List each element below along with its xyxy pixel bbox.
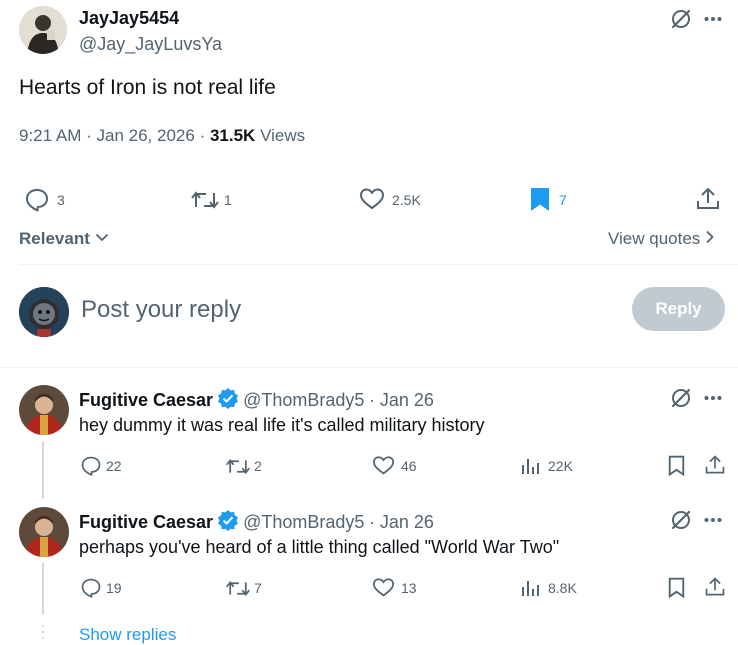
views-count: 22K	[548, 458, 573, 474]
grok-icon[interactable]	[670, 8, 692, 30]
chevron-right-icon	[705, 230, 714, 244]
verified-icon	[217, 387, 239, 414]
repost-count: 1	[224, 192, 232, 208]
tweet-text: Hearts of Iron is not real life	[19, 76, 276, 99]
views-label: Views	[260, 126, 306, 145]
reply-count: 22	[106, 458, 122, 474]
reply-text: hey dummy it was real life it's called m…	[79, 415, 485, 435]
repost-count: 2	[254, 458, 262, 474]
repost-icon[interactable]	[190, 188, 220, 212]
like-count: 46	[401, 458, 417, 474]
sort-label: Relevant	[19, 229, 90, 248]
more-icon[interactable]	[704, 517, 722, 523]
reply-avatar[interactable]	[19, 385, 69, 435]
user-avatar[interactable]	[19, 287, 69, 337]
author-name[interactable]: JayJay5454	[79, 8, 179, 29]
reply-author-handle[interactable]: @ThomBrady5	[243, 512, 364, 532]
like-count: 13	[401, 580, 417, 596]
verified-icon	[217, 509, 239, 536]
bookmark-count: 7	[559, 192, 567, 208]
views-icon[interactable]	[521, 578, 541, 598]
share-icon[interactable]	[704, 454, 726, 476]
divider	[19, 264, 738, 265]
author-avatar[interactable]	[19, 6, 67, 54]
like-count: 2.5K	[392, 192, 421, 208]
meta-separator: ·	[199, 126, 206, 145]
repost-icon[interactable]	[225, 456, 251, 477]
reply-button[interactable]: Reply	[632, 287, 725, 331]
reply-author-handle[interactable]: @ThomBrady5	[243, 390, 364, 410]
reply-icon[interactable]	[80, 455, 102, 477]
reply-date[interactable]: · Jan 26	[369, 390, 434, 410]
reply-author-name[interactable]: Fugitive Caesar	[79, 390, 213, 410]
author-handle[interactable]: @Jay_JayLuvsYa	[79, 34, 222, 55]
tweet-time[interactable]: 9:21 AM	[19, 126, 81, 145]
reply-author-name[interactable]: Fugitive Caesar	[79, 512, 213, 532]
reply-text: perhaps you've heard of a little thing c…	[79, 537, 560, 557]
grok-icon[interactable]	[670, 509, 692, 531]
views-count: 8.8K	[548, 580, 577, 596]
chevron-down-icon	[95, 233, 109, 242]
views-icon[interactable]	[521, 456, 541, 476]
bookmark-icon[interactable]	[667, 577, 686, 599]
reply-icon[interactable]	[80, 577, 102, 599]
divider	[0, 367, 738, 368]
tweet-meta: 9:21 AM · Jan 26, 2026 · 31.5K Views	[19, 126, 305, 146]
reply-avatar[interactable]	[19, 507, 69, 557]
thread-dots	[42, 625, 44, 643]
reply-input[interactable]	[81, 292, 601, 328]
reply-count: 3	[57, 192, 65, 208]
bookmark-icon[interactable]	[667, 455, 686, 477]
thread-line	[42, 563, 44, 615]
view-quotes-label: View quotes	[608, 229, 701, 248]
tweet-date[interactable]: Jan 26, 2026	[97, 126, 195, 145]
sort-dropdown[interactable]: Relevant	[19, 229, 109, 249]
meta-separator: ·	[86, 126, 92, 145]
reply-count: 19	[106, 580, 122, 596]
bookmark-icon[interactable]	[529, 187, 551, 213]
share-icon[interactable]	[695, 186, 721, 212]
reply-date[interactable]: · Jan 26	[369, 512, 434, 532]
reply-header: Fugitive Caesar @ThomBrady5 · Jan 26	[79, 509, 434, 536]
reply-icon[interactable]	[24, 187, 50, 213]
grok-icon[interactable]	[670, 387, 692, 409]
repost-icon[interactable]	[225, 578, 251, 599]
view-quotes-link[interactable]: View quotes	[608, 229, 714, 249]
like-icon[interactable]	[359, 187, 385, 211]
more-icon[interactable]	[704, 395, 722, 401]
repost-count: 7	[254, 580, 262, 596]
thread-line	[42, 441, 44, 499]
reply-header: Fugitive Caesar @ThomBrady5 · Jan 26	[79, 387, 434, 414]
more-icon[interactable]	[704, 16, 722, 22]
share-icon[interactable]	[704, 576, 726, 598]
like-icon[interactable]	[372, 455, 395, 476]
show-replies-link[interactable]: Show replies	[79, 625, 176, 645]
views-count: 31.5K	[209, 126, 256, 145]
like-icon[interactable]	[372, 577, 395, 598]
